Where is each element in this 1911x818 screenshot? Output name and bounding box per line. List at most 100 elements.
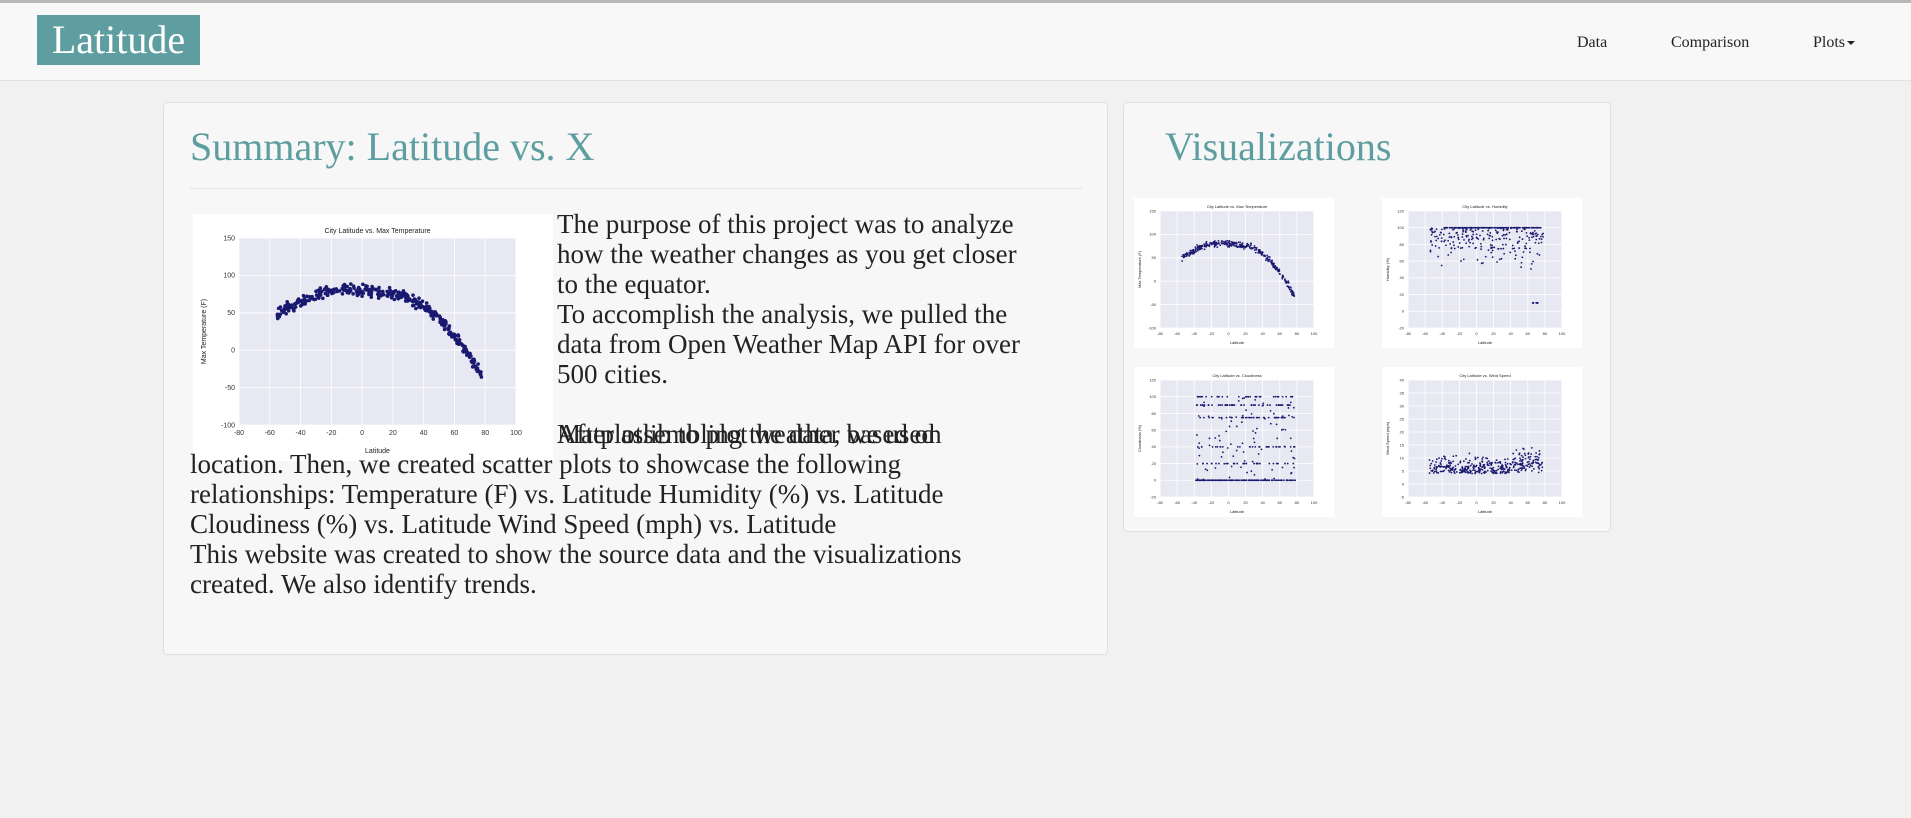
data-point (1288, 479, 1291, 482)
thumb-humidity[interactable]: -80 -60 -40 -20 0 20 40 60 80 100 -20 0 20 40 60 80 100 1… (1382, 198, 1582, 348)
data-point (1202, 478, 1205, 481)
data-point (1203, 248, 1206, 251)
data-point (1290, 290, 1292, 293)
data-point (1461, 468, 1464, 471)
data-point (1268, 256, 1271, 258)
data-point (1481, 230, 1484, 232)
data-point (421, 304, 425, 309)
data-point (1492, 466, 1495, 469)
data-point (1452, 460, 1455, 463)
data-point (1525, 242, 1528, 245)
data-point (1451, 469, 1454, 471)
data-point (1475, 470, 1478, 473)
data-point (1521, 459, 1524, 462)
data-point (1224, 240, 1227, 243)
data-point (1265, 445, 1268, 448)
data-point (1237, 400, 1240, 402)
data-point (1491, 249, 1494, 252)
brand-logo[interactable]: Latitude (37, 15, 200, 65)
data-point (1196, 249, 1199, 252)
data-point (1287, 404, 1290, 406)
thumb-wind-speed[interactable]: -80 -60 -40 -20 0 20 40 60 80 100 -5 0 5 10 15 20 25 30 35… (1382, 367, 1582, 517)
data-point (1225, 404, 1228, 407)
data-point (1266, 404, 1269, 406)
x-tick-label: 80 (1543, 331, 1548, 336)
data-point (1472, 226, 1475, 229)
data-point (1514, 250, 1516, 253)
data-point (1281, 415, 1284, 418)
data-point (1504, 458, 1506, 461)
data-point (1263, 255, 1266, 257)
data-point (1531, 236, 1533, 239)
data-point (1532, 260, 1534, 263)
data-point (1512, 452, 1515, 455)
data-point (1481, 262, 1484, 264)
data-point (428, 311, 433, 315)
data-point (1236, 445, 1239, 448)
data-point (1281, 395, 1284, 398)
data-point (1535, 302, 1538, 304)
data-point (380, 290, 385, 295)
nav-comparison-link[interactable]: Comparison (1671, 33, 1749, 53)
data-point (1538, 453, 1541, 455)
data-point (1431, 244, 1434, 246)
thumb-cloudiness[interactable]: -80 -60 -40 -20 0 20 40 60 80 100 -20 0 20 40 60 80 100 1… (1134, 367, 1334, 517)
data-point (1252, 430, 1254, 432)
y-tick-label: 20 (1400, 429, 1405, 434)
data-point (1453, 235, 1456, 238)
y-tick-label: 120 (1397, 208, 1404, 213)
y-tick-label: -50 (225, 385, 235, 392)
data-point (1472, 466, 1475, 468)
data-point (1529, 455, 1532, 458)
data-point (1532, 226, 1535, 229)
data-point (1490, 226, 1493, 229)
data-point (323, 287, 327, 292)
data-point (1284, 462, 1286, 465)
data-point (411, 299, 416, 304)
data-point (1437, 237, 1440, 240)
data-point (1261, 404, 1264, 407)
nav-plots-dropdown[interactable]: Plots (1813, 33, 1856, 53)
data-point (1230, 465, 1233, 468)
data-point (377, 285, 381, 290)
data-point (1504, 243, 1507, 246)
data-point (1287, 281, 1290, 284)
data-point (1225, 430, 1228, 433)
data-point (1457, 463, 1460, 466)
data-point (1281, 274, 1284, 277)
data-point (1498, 237, 1500, 240)
data-point (1282, 479, 1285, 482)
data-point (1535, 238, 1538, 241)
data-point (1489, 467, 1492, 470)
data-point (1474, 226, 1477, 229)
x-tick-label: 20 (1243, 500, 1248, 505)
data-point (1493, 469, 1496, 472)
data-point (1290, 450, 1293, 453)
data-point (1497, 465, 1500, 468)
data-point (1440, 228, 1443, 231)
data-point (1233, 404, 1236, 406)
x-tick-label: 60 (1278, 331, 1283, 336)
data-point (385, 293, 389, 298)
thumb-temperature[interactable]: -80 -60 -40 -20 0 20 40 60 80 100 -100 -50 0 50 100 150… (1134, 198, 1334, 348)
data-point (414, 306, 418, 311)
data-point (1230, 479, 1233, 482)
data-point (470, 365, 475, 369)
data-point (1428, 472, 1431, 474)
data-point (1505, 466, 1508, 469)
data-point (1506, 468, 1509, 471)
x-tick-label: 60 (1278, 500, 1283, 505)
data-point (1253, 441, 1256, 444)
data-point (1214, 445, 1217, 448)
data-point (1497, 468, 1500, 471)
data-point (1275, 423, 1278, 426)
data-point (1257, 479, 1260, 482)
data-point (1450, 471, 1453, 474)
data-point (405, 295, 410, 299)
data-point (1214, 479, 1217, 482)
nav-data-link[interactable]: Data (1577, 33, 1607, 53)
data-point (361, 282, 365, 287)
data-point (292, 302, 297, 306)
x-tick-label: -40 (1191, 331, 1198, 336)
data-point (1206, 469, 1209, 472)
